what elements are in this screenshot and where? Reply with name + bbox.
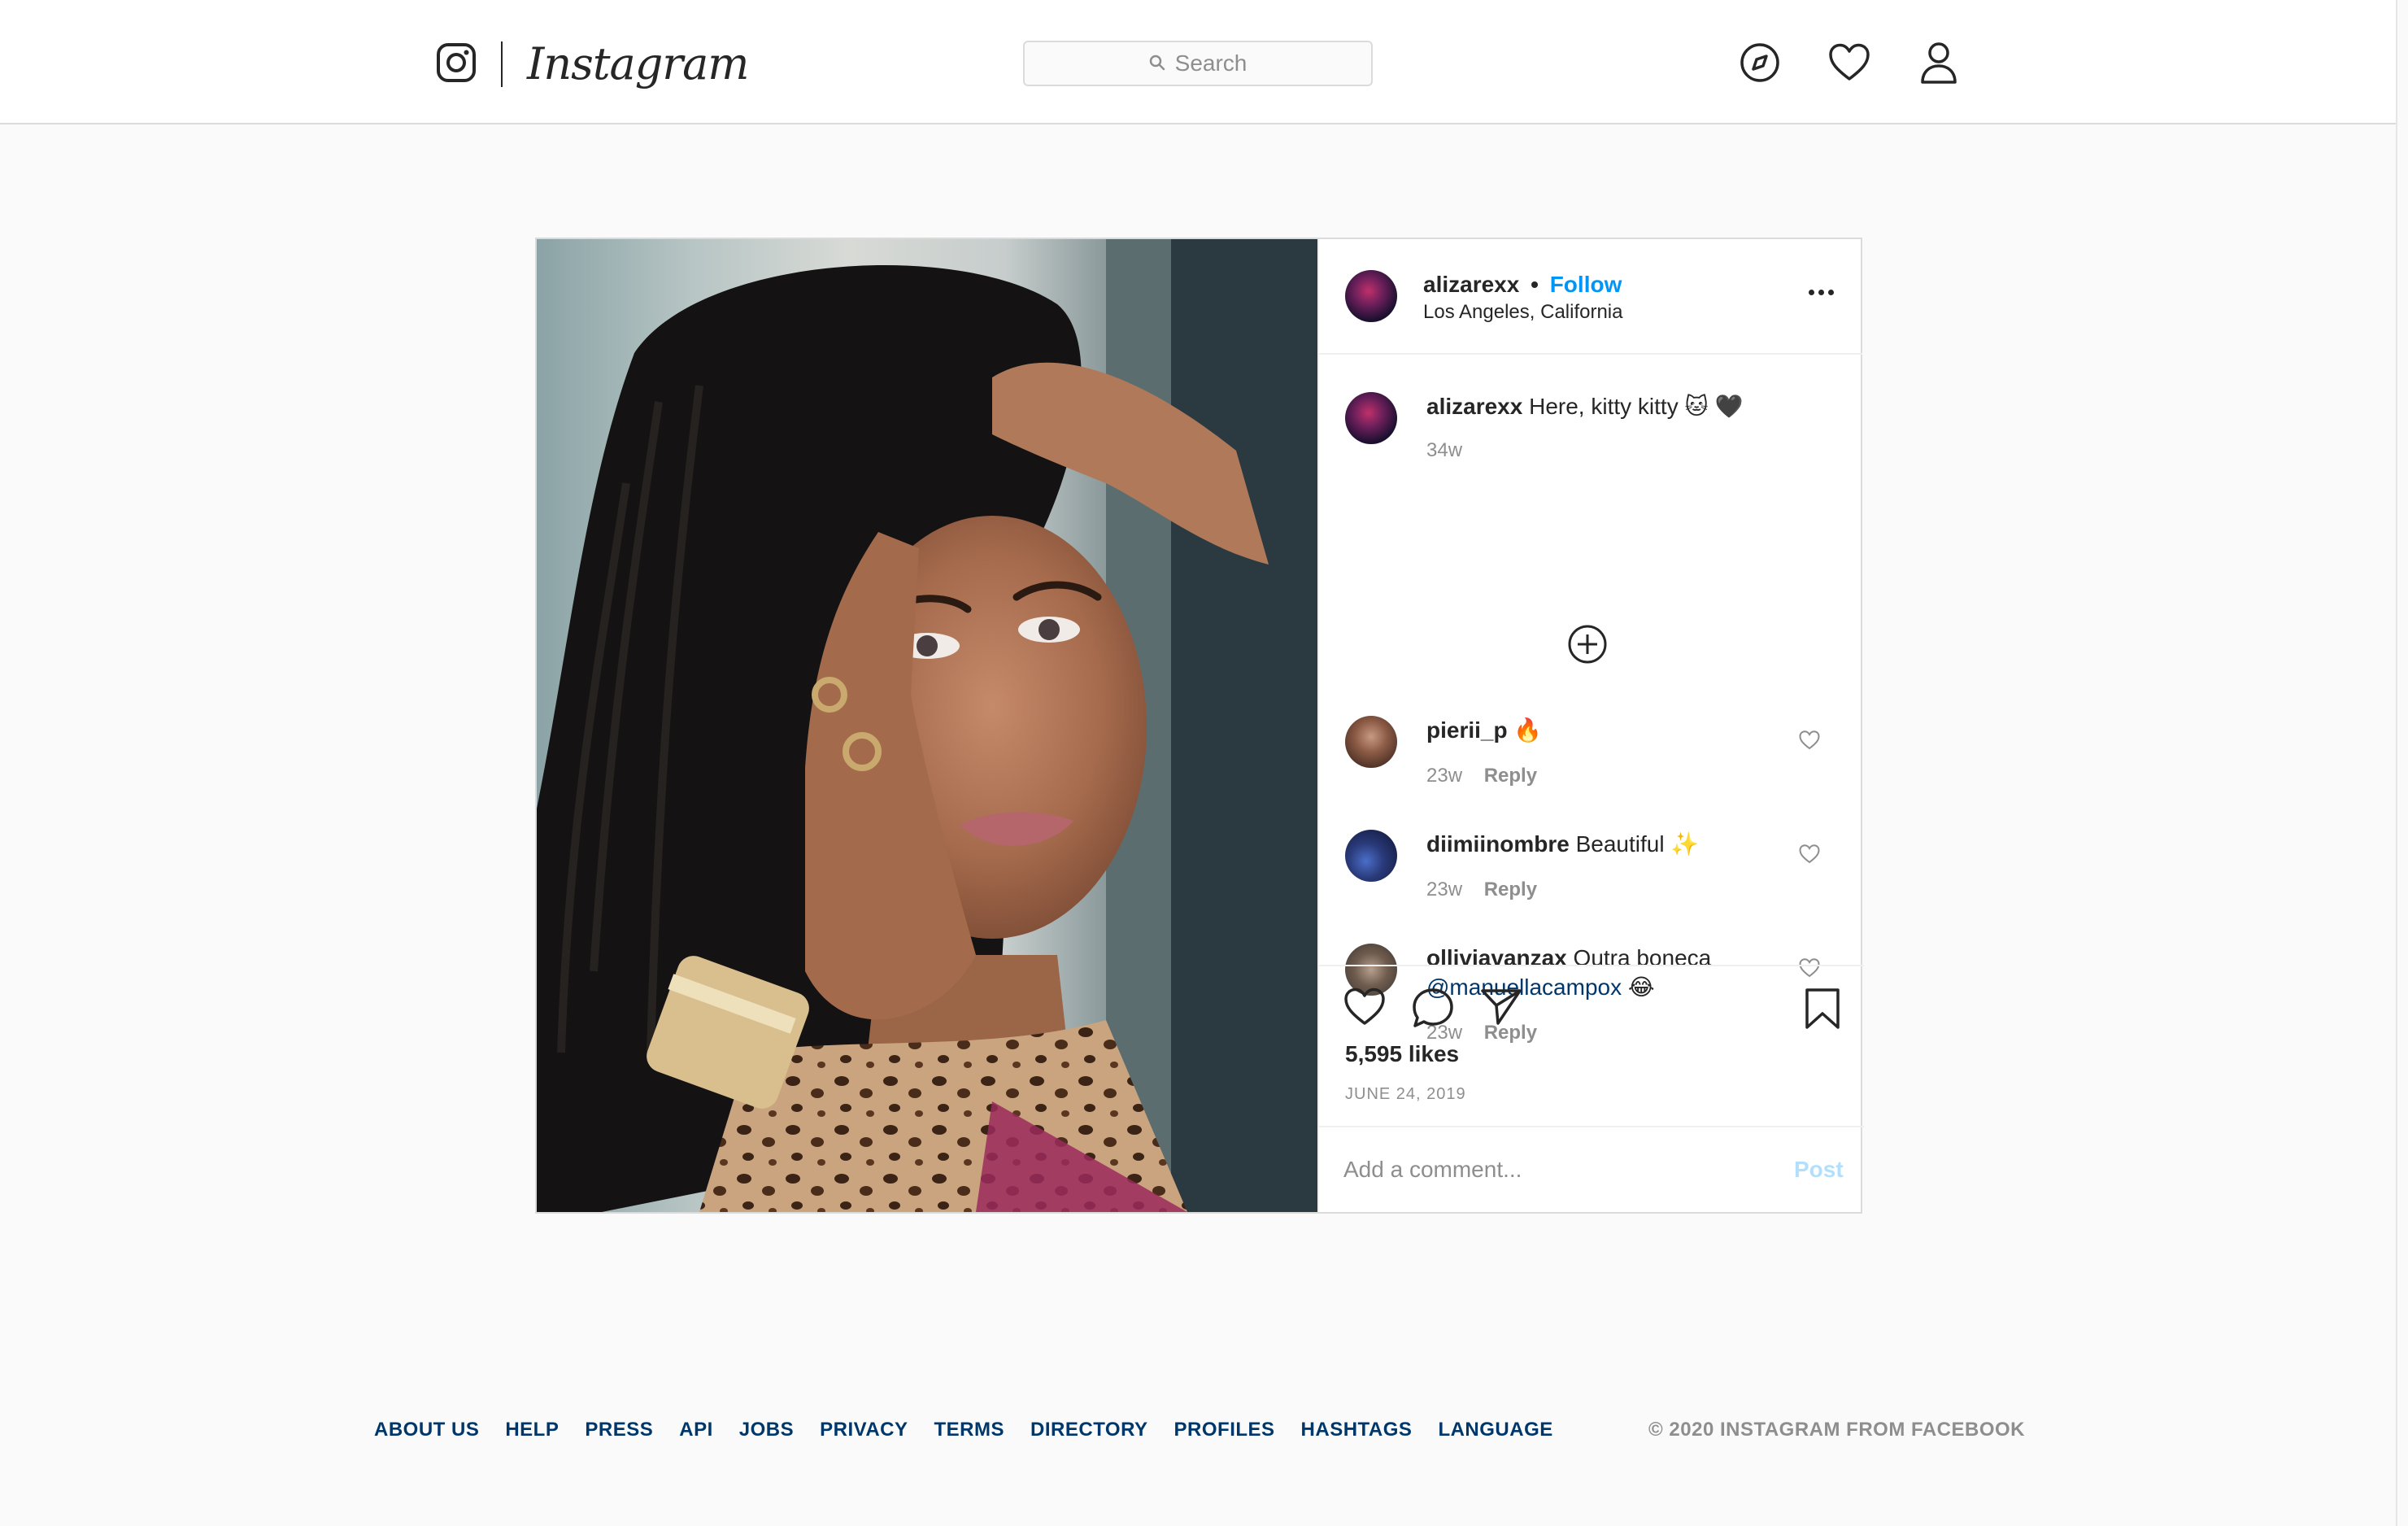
comment-like-heart-icon[interactable] <box>1799 844 1820 868</box>
window-scrollbar-edge <box>2396 0 2397 1526</box>
heart-icon[interactable] <box>1828 39 1870 86</box>
comment-bubble-icon[interactable] <box>1412 988 1454 1032</box>
footer-link-help[interactable]: HELP <box>505 1419 559 1441</box>
post-actions: 5,595 likes JUNE 24, 2019 <box>1319 965 1864 1127</box>
caption-text: Here, kitty kitty 🐱 🖤 <box>1529 394 1744 419</box>
nav-icons <box>1739 39 1960 86</box>
comment-text: Beautiful ✨ <box>1575 831 1700 857</box>
search-icon <box>1149 50 1165 76</box>
comments-list: alizarexx Here, kitty kitty 🐱 🖤 34w pier… <box>1319 355 1862 1044</box>
instagram-camera-icon[interactable] <box>436 42 477 87</box>
compass-icon[interactable] <box>1739 39 1781 86</box>
search-input[interactable]: Search <box>1023 41 1373 86</box>
post-header: alizarexx • Follow Los Angeles, Californ… <box>1319 239 1862 355</box>
search-placeholder: Search <box>1174 50 1248 76</box>
comment-item: pierii_p 🔥 <box>1426 716 1542 745</box>
paper-plane-icon[interactable] <box>1480 988 1522 1032</box>
post-photo[interactable] <box>537 239 1317 1212</box>
more-options-icon[interactable] <box>1809 290 1834 295</box>
comment-avatar[interactable] <box>1345 716 1397 768</box>
comment-time[interactable]: 23w <box>1426 765 1462 787</box>
add-comment-bar: Post <box>1319 1126 1864 1212</box>
post-comment-button[interactable]: Post <box>1794 1157 1844 1183</box>
follow-button[interactable]: Follow <box>1550 272 1622 297</box>
author-username[interactable]: alizarexx <box>1423 272 1519 297</box>
comment-avatar[interactable] <box>1345 830 1397 882</box>
plus-circle-icon[interactable] <box>1566 623 1609 669</box>
comment-input[interactable] <box>1343 1149 1766 1191</box>
comment-item: diimiinombre Beautiful ✨ <box>1426 830 1699 859</box>
post-card: alizarexx • Follow Los Angeles, Californ… <box>535 238 1864 1214</box>
post-side-panel: alizarexx • Follow Los Angeles, Californ… <box>1317 239 1864 1212</box>
author-line: alizarexx • Follow <box>1423 272 1622 298</box>
comment-meta: 23w Reply <box>1426 879 1537 901</box>
comment-time[interactable]: 23w <box>1426 879 1462 900</box>
bookmark-icon[interactable] <box>1804 988 1841 1034</box>
reply-button[interactable]: Reply <box>1484 879 1537 900</box>
action-icons <box>1343 988 1522 1032</box>
separator-dot: • <box>1531 272 1539 297</box>
footer-link-language[interactable]: LANGUAGE <box>1438 1419 1552 1441</box>
brand[interactable]: Instagram <box>436 39 749 89</box>
footer-links: ABOUT US HELP PRESS API JOBS PRIVACY TER… <box>374 1419 1553 1441</box>
caption-avatar[interactable] <box>1345 392 1397 444</box>
caption: alizarexx Here, kitty kitty 🐱 🖤 <box>1426 392 1743 421</box>
post-location[interactable]: Los Angeles, California <box>1423 301 1622 324</box>
footer-link-terms[interactable]: TERMS <box>934 1419 1005 1441</box>
footer-link-directory[interactable]: DIRECTORY <box>1030 1419 1148 1441</box>
comment-username[interactable]: diimiinombre <box>1426 831 1570 857</box>
footer-link-profiles[interactable]: PROFILES <box>1174 1419 1275 1441</box>
top-navigation-bar: Instagram Search <box>0 0 2396 124</box>
copyright: © 2020 INSTAGRAM FROM FACEBOOK <box>1648 1419 2025 1441</box>
footer-link-press[interactable]: PRESS <box>585 1419 653 1441</box>
caption-time[interactable]: 34w <box>1426 439 1462 462</box>
footer-link-privacy[interactable]: PRIVACY <box>820 1419 908 1441</box>
person-icon[interactable] <box>1918 39 1960 86</box>
footer-link-hashtags[interactable]: HASHTAGS <box>1301 1419 1413 1441</box>
comment-username[interactable]: pierii_p <box>1426 717 1508 743</box>
footer: ABOUT US HELP PRESS API JOBS PRIVACY TER… <box>374 1419 2025 1451</box>
reply-button[interactable]: Reply <box>1484 765 1537 787</box>
comment-text: 🔥 <box>1513 717 1543 743</box>
author-avatar[interactable] <box>1345 270 1397 322</box>
footer-link-api[interactable]: API <box>679 1419 713 1441</box>
post-date[interactable]: JUNE 24, 2019 <box>1345 1085 1466 1104</box>
comment-like-heart-icon[interactable] <box>1799 730 1820 754</box>
footer-link-jobs[interactable]: JOBS <box>739 1419 794 1441</box>
instagram-wordmark[interactable]: Instagram <box>527 42 749 86</box>
brand-divider <box>501 41 503 87</box>
likes-count[interactable]: 5,595 likes <box>1345 1041 1459 1067</box>
comment-meta: 23w Reply <box>1426 765 1537 787</box>
footer-link-about-us[interactable]: ABOUT US <box>374 1419 479 1441</box>
like-heart-icon[interactable] <box>1343 988 1386 1032</box>
caption-username[interactable]: alizarexx <box>1426 394 1522 419</box>
